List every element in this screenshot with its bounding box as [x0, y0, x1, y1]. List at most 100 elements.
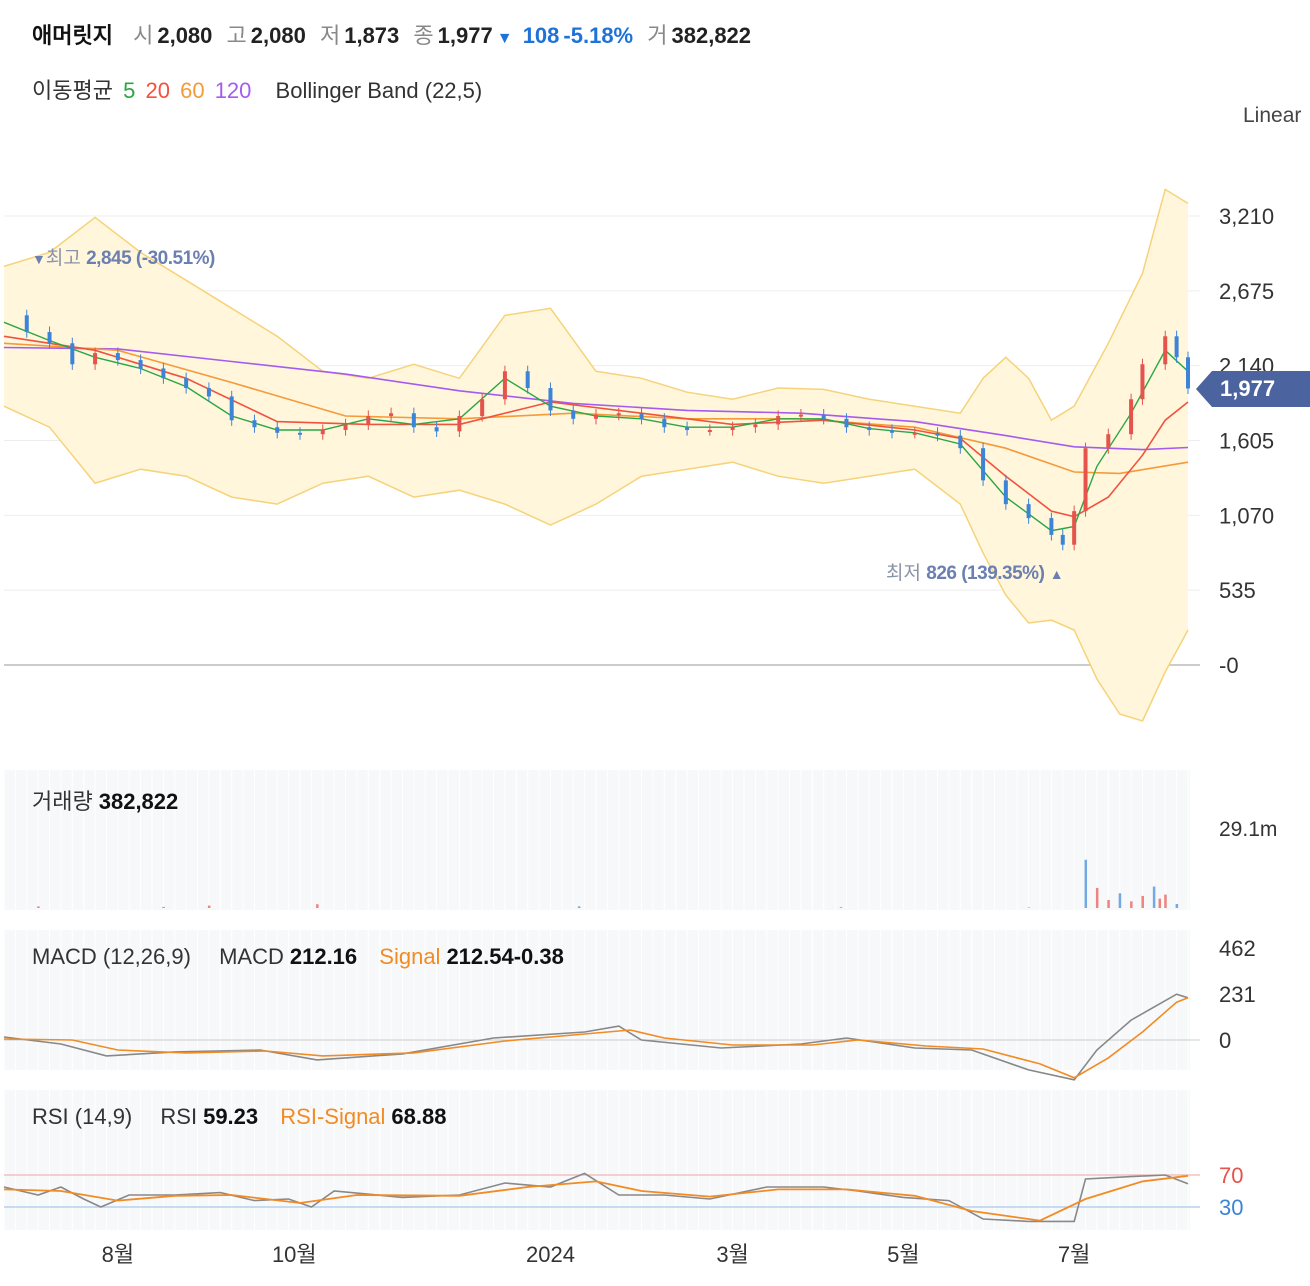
- candle-body: [298, 432, 302, 435]
- candle-body: [138, 360, 143, 369]
- candle-body: [844, 418, 849, 428]
- candle-body: [252, 420, 257, 428]
- candle-body: [411, 413, 416, 428]
- price-tick-label: 1,605: [1219, 429, 1274, 454]
- candle-body: [1129, 399, 1134, 435]
- volume-bar: [1107, 899, 1110, 908]
- candle-body: [798, 414, 803, 417]
- high-annotation-value: 2,845 (-30.51%): [86, 248, 215, 269]
- macd-signal-value: 212.54: [446, 944, 514, 969]
- chart-canvas: 4622310 7030 3,2102,6752,1401,6051,07053…: [3, 188, 1274, 1267]
- rsi-value: 59.23: [203, 1104, 259, 1129]
- candle-body: [1072, 511, 1077, 545]
- candle-body: [685, 427, 690, 431]
- ma60-label: 60: [180, 78, 205, 103]
- candle-body: [457, 416, 462, 432]
- close-value: 1,977: [437, 23, 493, 48]
- macd-panel-title: MACD (12,26,9) MACD 212.16 Signal 212.54-0…: [32, 944, 570, 970]
- candle-body: [912, 432, 917, 435]
- volume-bar: [1084, 859, 1088, 908]
- macd-label: MACD: [219, 944, 284, 969]
- volume-bar: [577, 906, 581, 908]
- candle-body: [730, 427, 735, 431]
- current-price-tag: 1,977: [1196, 371, 1310, 407]
- candle-body: [1083, 448, 1088, 512]
- volume-panel-label: 거래량: [32, 789, 93, 814]
- rsi-signal-label: RSI-Signal: [280, 1104, 386, 1129]
- low-annotation: 최저 826 (139.35%) ▲: [886, 558, 1064, 585]
- change-percent: -5.18%: [563, 23, 634, 48]
- candle-body: [115, 353, 120, 361]
- price-tick-label: 535: [1219, 578, 1256, 603]
- rsi-tick-label: 30: [1219, 1195, 1243, 1220]
- rsi-label: RSI: [160, 1104, 198, 1129]
- candle-body: [1140, 364, 1145, 400]
- volume-bar: [37, 906, 40, 908]
- indicator-legend[interactable]: 이동평균 5 20 60 120 Bollinger Band (22,5): [32, 73, 486, 105]
- candle-body: [184, 378, 189, 389]
- high-annotation: ▼최고 2,845 (-30.51%): [32, 243, 215, 270]
- candle-body: [206, 388, 211, 397]
- price-tick-label: -0: [1219, 653, 1239, 678]
- change-arrow-icon: ▼: [496, 30, 513, 47]
- macd-tick-label: 231: [1219, 982, 1256, 1007]
- x-tick-label: 7월: [1058, 1242, 1090, 1267]
- candle-body: [958, 435, 963, 449]
- candle-body: [571, 410, 576, 419]
- ma-label: 이동평균: [32, 78, 113, 103]
- volume-panel-title: 거래량 382,822: [32, 784, 184, 816]
- low-marker-icon: ▲: [1049, 566, 1064, 582]
- candle-body: [1060, 534, 1065, 545]
- volume-label: 거: [647, 23, 668, 48]
- candle-body: [707, 430, 712, 433]
- x-tick-label: 8월: [102, 1242, 134, 1267]
- volume-bar: [1095, 887, 1099, 908]
- rsi-panel-title: RSI (14,9) RSI 59.23 RSI-Signal 68.88: [32, 1104, 452, 1130]
- ma20-label: 20: [145, 78, 170, 103]
- volume-bar: [1158, 898, 1162, 908]
- candle-body: [776, 416, 781, 425]
- candle-body: [821, 414, 826, 419]
- candle-body: [935, 432, 940, 436]
- candle-body: [1106, 434, 1111, 449]
- volume-panel-value: 382,822: [98, 789, 179, 814]
- price-tick-label: 2,675: [1219, 279, 1274, 304]
- volume-axis-max: 29.1m: [1219, 818, 1278, 841]
- rsi-signal-value: 68.88: [391, 1104, 447, 1129]
- candle-body: [1186, 357, 1190, 389]
- volume-bar: [316, 904, 319, 908]
- ma120-label: 120: [214, 78, 252, 103]
- candle-body: [1049, 518, 1054, 535]
- candle-body: [93, 353, 98, 365]
- candle-body: [867, 427, 872, 431]
- scale-mode-toggle[interactable]: Linear: [1243, 104, 1301, 128]
- rsi-panel-label: RSI (14,9): [32, 1104, 133, 1129]
- candle-body: [616, 413, 621, 416]
- low-annotation-label: 최저: [886, 563, 921, 584]
- x-tick-label: 3월: [716, 1242, 748, 1267]
- macd-value: 212.16: [289, 944, 358, 969]
- candle-body: [24, 315, 29, 333]
- candle-body: [161, 368, 166, 379]
- candle-body: [890, 430, 894, 433]
- candle-body: [229, 396, 234, 421]
- macd-hist-value: -0.38: [513, 944, 564, 969]
- macd-tick-label: 462: [1219, 936, 1256, 961]
- close-label: 종: [413, 23, 434, 48]
- candle-body: [434, 427, 439, 432]
- candle-body: [753, 424, 758, 428]
- macd-panel-label: MACD (12,26,9): [32, 944, 191, 969]
- quote-header: 애머릿지 시 2,080 고 2,080 저 1,873 종 1,977 ▼ 108 -5.…: [32, 18, 755, 50]
- volume-bar: [162, 906, 165, 908]
- macd-tick-label: 0: [1219, 1028, 1231, 1053]
- x-tick-label: 10월: [272, 1242, 317, 1267]
- candle-body: [548, 388, 553, 411]
- volume-bar: [1152, 886, 1156, 908]
- volume-value: 382,822: [671, 23, 752, 48]
- volume-bar: [207, 905, 211, 908]
- candle-body: [525, 371, 530, 389]
- volume-bar: [839, 907, 843, 908]
- candle-body: [366, 416, 371, 425]
- volume-bar: [1164, 894, 1167, 908]
- volume-bar: [1118, 893, 1122, 908]
